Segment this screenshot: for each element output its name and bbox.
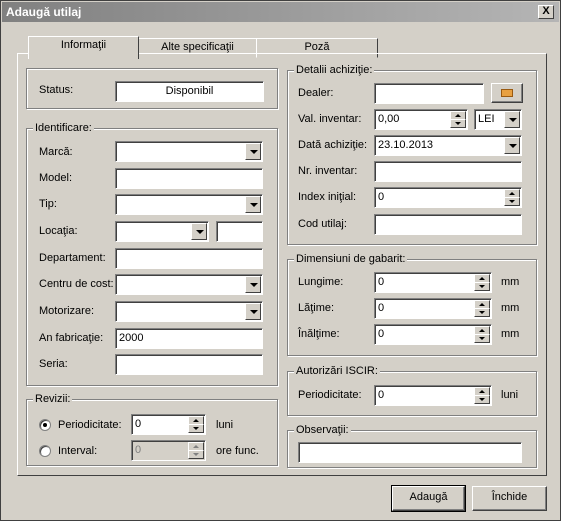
add-button[interactable]: Adaugă <box>391 485 466 512</box>
dealer-label: Dealer: <box>298 87 334 99</box>
marca-combo[interactable] <box>115 141 263 162</box>
tip-label: Tip: <box>39 198 57 210</box>
chevron-down-icon[interactable] <box>245 196 261 213</box>
an-fabricatie-label: An fabricaţie: <box>39 332 104 344</box>
achizitie-title: Detalii achiziţie: <box>294 63 375 77</box>
locatia-code-input[interactable] <box>216 221 263 242</box>
periodicitate-radio[interactable] <box>39 419 51 431</box>
nr-inventar-label: Nr. inventar: <box>298 165 358 177</box>
close-window-button[interactable]: X <box>538 5 554 19</box>
observatii-title: Observaţii: <box>294 423 351 437</box>
chevron-down-icon[interactable] <box>504 137 520 154</box>
dealer-picker-button[interactable] <box>491 83 523 103</box>
data-achizitie-picker[interactable]: 23.10.2013 <box>374 135 522 156</box>
iscir-unit: luni <box>501 389 519 401</box>
inaltime-spinner[interactable]: 0 <box>374 324 492 345</box>
tip-combo[interactable] <box>115 194 263 215</box>
status-field: Disponibil <box>115 81 264 102</box>
chevron-down-icon[interactable] <box>191 223 207 240</box>
currency-combo[interactable]: LEI <box>474 109 522 130</box>
seria-input[interactable] <box>115 354 263 375</box>
locatia-label: Locaţia: <box>39 225 78 237</box>
lungime-label: Lungime: <box>298 276 344 288</box>
close-icon: X <box>542 5 550 17</box>
iscir-title: Autorizări ISCIR: <box>294 364 380 378</box>
title-bar: Adaugă utilaj X <box>2 2 559 22</box>
spinner-arrows-icon[interactable] <box>504 189 520 206</box>
chevron-down-icon[interactable] <box>245 143 261 160</box>
spinner-arrows-icon[interactable] <box>474 274 490 291</box>
iscir-periodicitate-label: Periodicitate: <box>298 389 362 401</box>
achizitie-group: Detalii achiziţie: Dealer: Val. inventar… <box>287 63 537 245</box>
tab-panel: Status: Disponibil Identificare: Marcă: … <box>17 53 547 476</box>
chevron-down-icon[interactable] <box>245 303 261 320</box>
interval-radio[interactable] <box>39 445 51 457</box>
revizii-title: Revizii: <box>33 392 73 406</box>
marca-label: Marcă: <box>39 146 73 158</box>
val-inventar-spinner[interactable]: 0,00 <box>374 109 468 130</box>
spinner-arrows-icon[interactable] <box>474 326 490 343</box>
interval-unit: ore func. <box>216 445 259 457</box>
latime-label: Lăţime: <box>298 302 335 314</box>
motorizare-combo[interactable] <box>115 301 263 322</box>
periodicitate-unit: luni <box>216 419 234 431</box>
cod-utilaj-label: Cod utilaj: <box>298 218 347 230</box>
revizii-group: Revizii: Periodicitate: 0 luni Interval:… <box>26 392 278 466</box>
index-initial-spinner[interactable]: 0 <box>374 187 522 208</box>
iscir-periodicitate-spinner[interactable]: 0 <box>374 385 492 406</box>
observatii-group: Observaţii: <box>287 423 537 468</box>
lungime-spinner[interactable]: 0 <box>374 272 492 293</box>
close-button[interactable]: Închide <box>472 486 547 511</box>
chevron-down-icon[interactable] <box>245 276 261 293</box>
status-group: Status: Disponibil <box>26 68 278 109</box>
seria-label: Seria: <box>39 358 68 370</box>
an-fabricatie-input[interactable]: 2000 <box>115 328 263 349</box>
latime-spinner[interactable]: 0 <box>374 298 492 319</box>
chevron-down-icon[interactable] <box>504 111 520 128</box>
data-achizitie-label: Dată achiziţie: <box>298 139 368 151</box>
tab-informatii[interactable]: Informaţii <box>28 36 139 59</box>
model-input[interactable] <box>115 168 263 189</box>
status-label: Status: <box>39 84 74 96</box>
departament-label: Departament: <box>39 252 106 264</box>
spinner-arrows-icon[interactable] <box>450 111 466 128</box>
motorizare-label: Motorizare: <box>39 305 95 317</box>
spinner-arrows-icon[interactable] <box>474 300 490 317</box>
nr-inventar-input[interactable] <box>374 161 522 182</box>
interval-label: Interval: <box>58 445 98 457</box>
spinner-arrows-icon[interactable] <box>188 416 204 433</box>
val-inventar-label: Val. inventar: <box>298 113 362 125</box>
departament-input[interactable] <box>115 248 263 269</box>
dimensiuni-title: Dimensiuni de gabarit: <box>294 252 408 266</box>
dimensiuni-group: Dimensiuni de gabarit: Lungime: 0 mm Lăţ… <box>287 252 537 356</box>
add-equipment-dialog: Adaugă utilaj X Informaţii Alte specific… <box>0 0 561 521</box>
lungime-unit: mm <box>501 276 520 288</box>
identificare-group: Identificare: Marcă: Model: Tip: Locaţia… <box>26 121 278 386</box>
locatia-combo[interactable] <box>115 221 209 242</box>
inaltime-unit: mm <box>501 328 520 340</box>
inaltime-label: Înălţime: <box>298 328 340 340</box>
window-title: Adaugă utilaj <box>6 5 82 19</box>
spinner-arrows-icon[interactable] <box>474 387 490 404</box>
folder-icon <box>501 89 513 97</box>
latime-unit: mm <box>501 302 520 314</box>
dealer-input[interactable] <box>374 83 484 104</box>
interval-spinner: 0 <box>131 440 206 461</box>
cod-utilaj-input[interactable] <box>374 214 522 235</box>
periodicitate-spinner[interactable]: 0 <box>131 414 206 435</box>
index-initial-label: Index iniţial: <box>298 191 357 203</box>
centru-cost-label: Centru de cost: <box>39 278 114 290</box>
identificare-title: Identificare: <box>33 121 94 135</box>
iscir-group: Autorizări ISCIR: Periodicitate: 0 luni <box>287 364 537 416</box>
observatii-input[interactable] <box>298 442 522 463</box>
spinner-arrows-icon <box>188 442 204 459</box>
periodicitate-label: Periodicitate: <box>58 419 122 431</box>
model-label: Model: <box>39 172 73 184</box>
centru-cost-combo[interactable] <box>115 274 263 295</box>
